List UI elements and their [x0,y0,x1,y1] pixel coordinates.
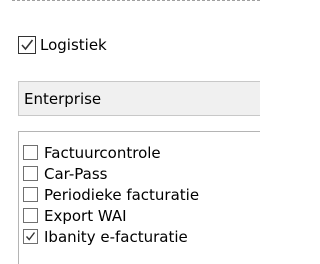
checkmark-icon [21,39,34,51]
list-item-periodieke-facturatie[interactable]: Periodieke facturatie [19,184,260,205]
factuurcontrole-label: Factuurcontrole [44,143,161,162]
options-checked-list[interactable]: Factuurcontrole Car-Pass Periodieke fact… [18,131,260,264]
export-wai-label: Export WAI [44,206,127,225]
list-item-car-pass[interactable]: Car-Pass [19,163,260,184]
periodieke-facturatie-checkbox[interactable] [23,187,38,202]
list-item-ibanity-e-facturatie[interactable]: Ibanity e-facturatie [19,226,260,247]
periodieke-facturatie-label: Periodieke facturatie [44,185,200,204]
export-wai-checkbox[interactable] [23,208,38,223]
list-item-export-wai[interactable]: Export WAI [19,205,260,226]
ibanity-e-facturatie-checkbox[interactable] [23,229,38,244]
ibanity-e-facturatie-label: Ibanity e-facturatie [44,227,188,246]
checkmark-icon [25,232,36,241]
top-separator [12,0,260,1]
factuurcontrole-checkbox[interactable] [23,145,38,160]
car-pass-checkbox[interactable] [23,166,38,181]
enterprise-field[interactable]: Enterprise [18,81,260,116]
logistiek-label: Logistiek [40,36,107,54]
logistiek-checkbox[interactable]: Logistiek [18,34,107,56]
list-item-factuurcontrole[interactable]: Factuurcontrole [19,142,260,163]
logistiek-checkbox-box[interactable] [18,36,36,54]
car-pass-label: Car-Pass [44,164,108,183]
enterprise-value: Enterprise [24,89,102,108]
